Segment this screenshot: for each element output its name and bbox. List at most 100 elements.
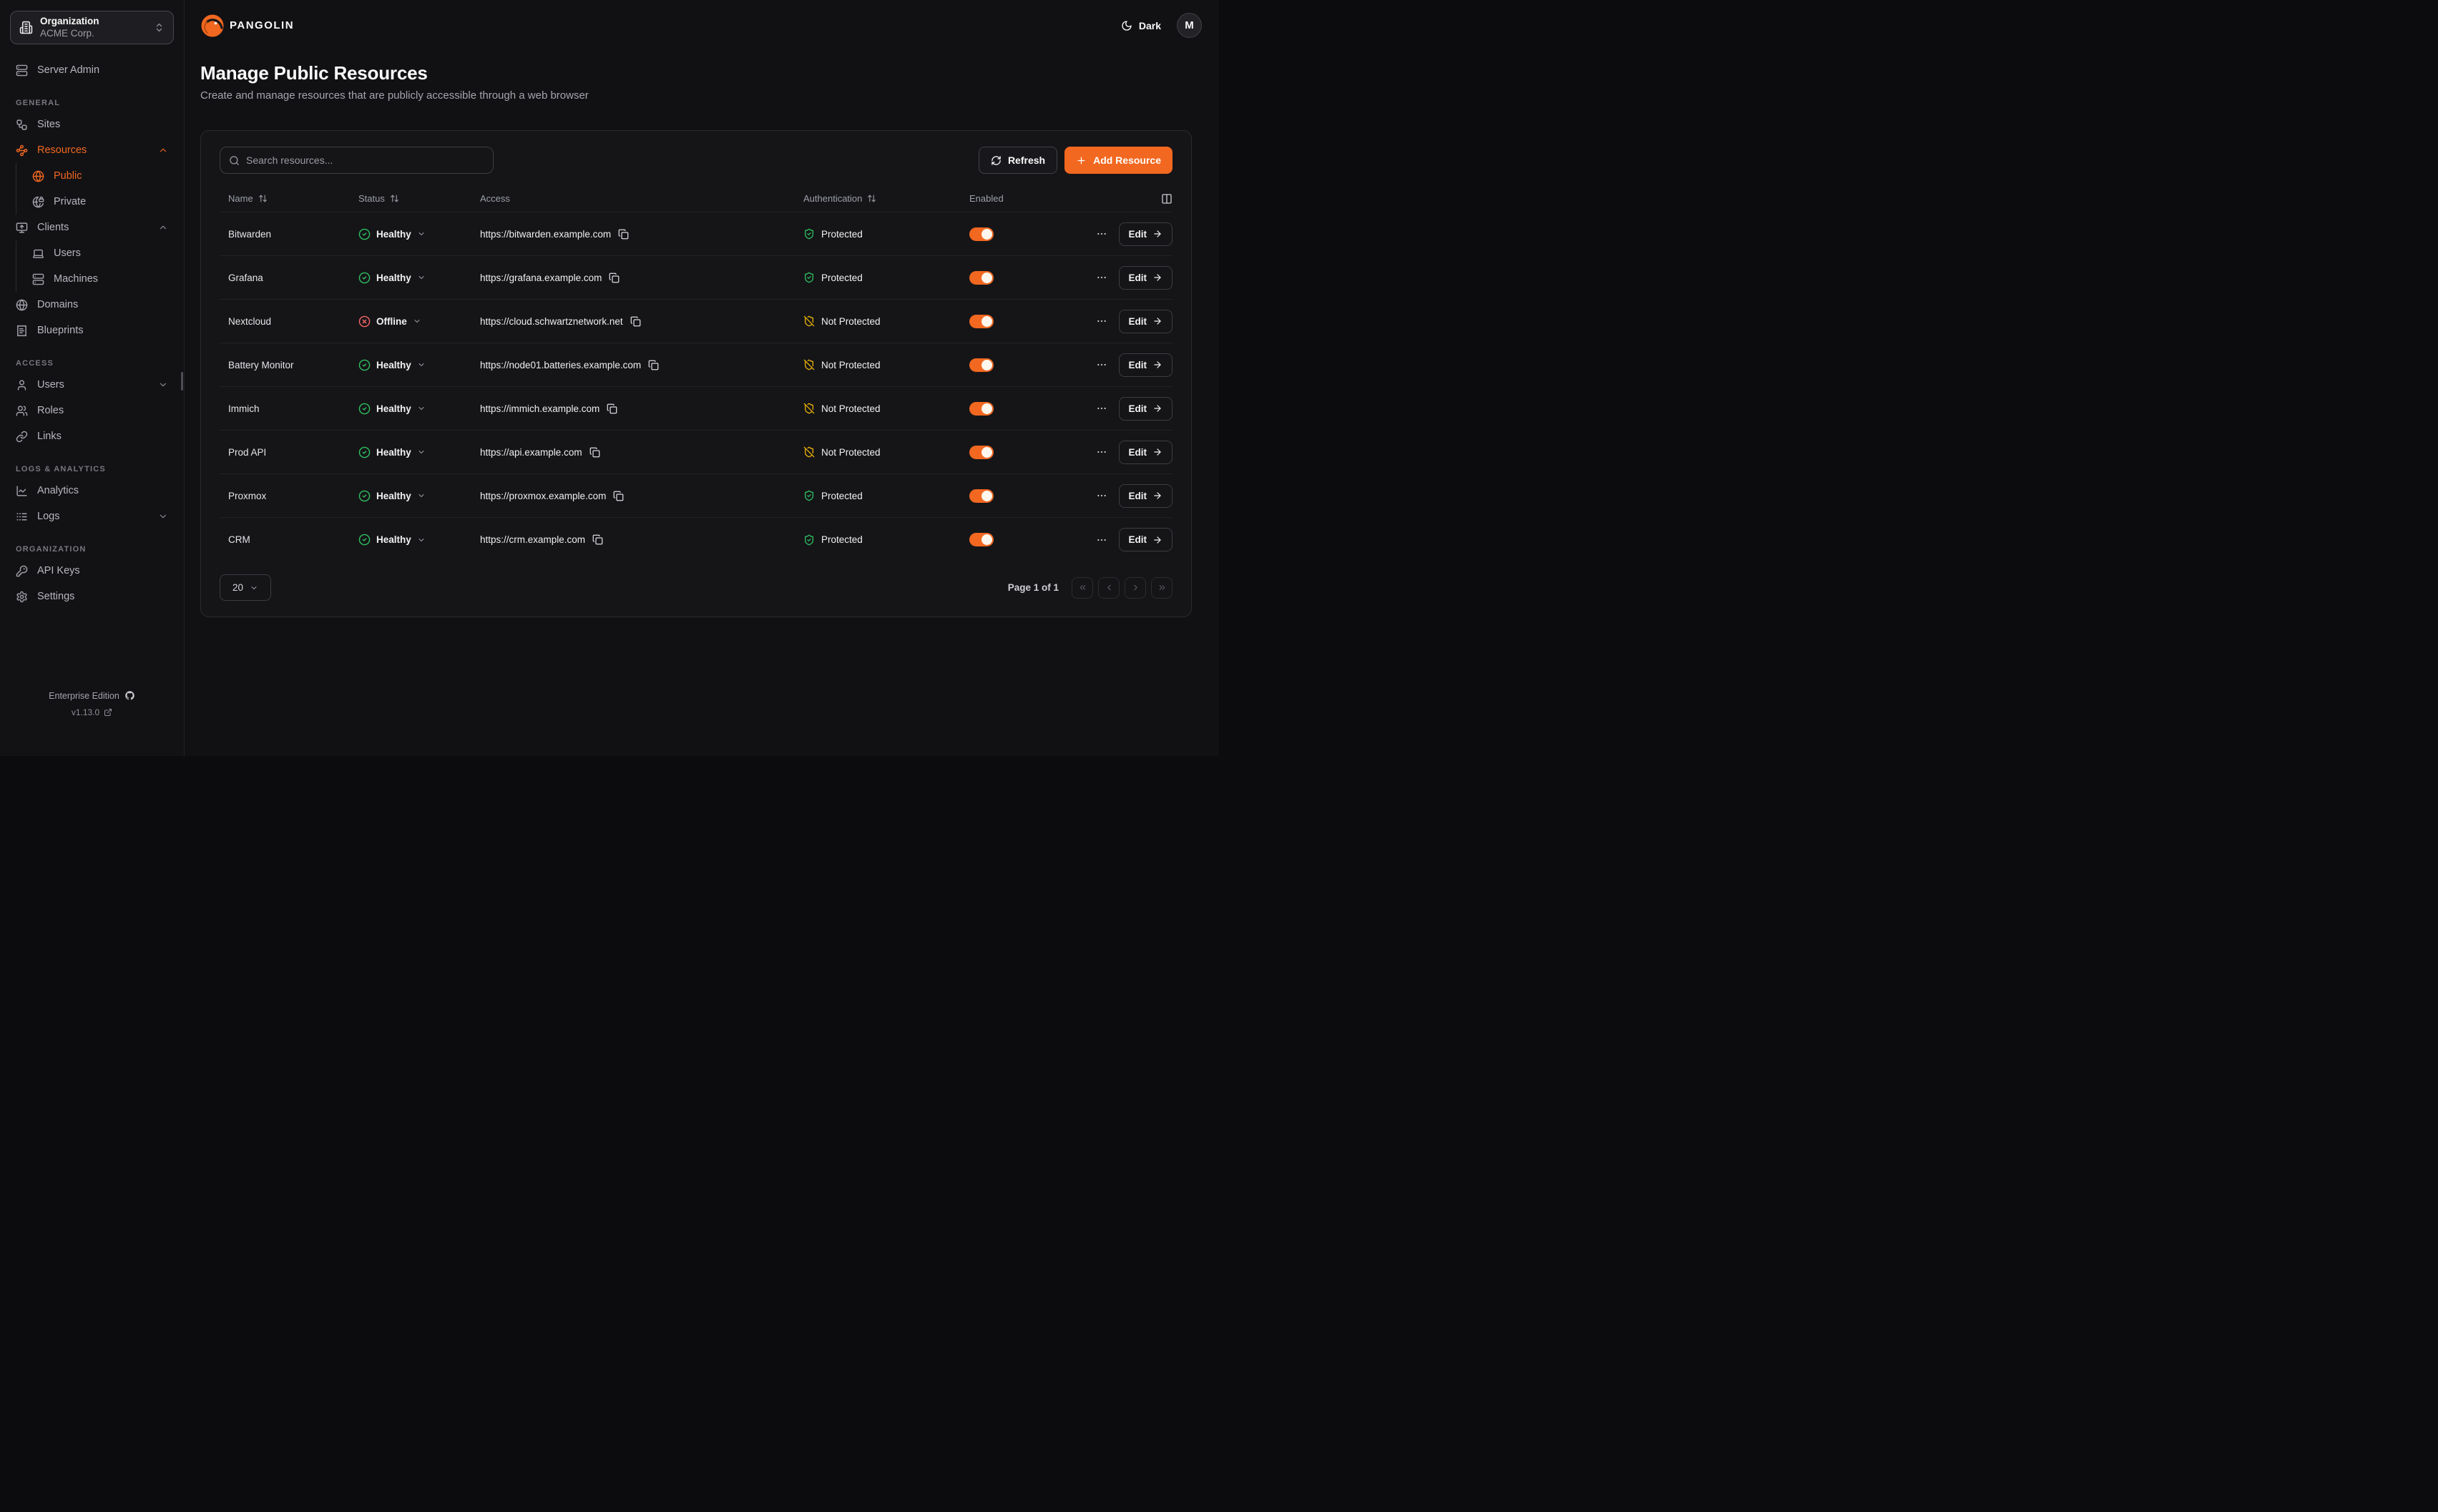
edit-button[interactable]: Edit: [1119, 310, 1173, 333]
enabled-cell: [969, 315, 1087, 328]
theme-toggle[interactable]: Dark: [1121, 20, 1161, 31]
sidebar-item-analytics[interactable]: Analytics: [7, 478, 177, 504]
copy-icon[interactable]: [630, 316, 641, 327]
status-dropdown[interactable]: Healthy: [358, 228, 480, 240]
copy-icon[interactable]: [592, 534, 603, 545]
access-cell: https://node01.batteries.example.com: [480, 360, 803, 370]
sidebar-item-blueprints[interactable]: Blueprints: [7, 318, 177, 343]
enabled-toggle[interactable]: [969, 358, 994, 372]
page-size-select[interactable]: 20: [220, 574, 271, 601]
globe-icon: [16, 299, 28, 311]
section-label-logs-analytics: LOGS & ANALYTICS: [7, 465, 177, 473]
status-label: Offline: [376, 316, 407, 327]
enabled-toggle[interactable]: [969, 227, 994, 241]
column-header-name[interactable]: Name: [220, 193, 358, 204]
search-icon: [229, 155, 240, 166]
add-resource-button[interactable]: Add Resource: [1064, 147, 1173, 174]
sidebar-item-logs[interactable]: Logs: [7, 504, 177, 529]
row-menu-icon[interactable]: [1096, 359, 1107, 370]
status-dropdown[interactable]: Healthy: [358, 446, 480, 458]
key-icon: [16, 565, 28, 577]
org-switcher-label: Organization: [40, 16, 147, 28]
sidebar-item-label: Clients: [37, 222, 149, 233]
brand-name: PANGOLIN: [230, 19, 294, 31]
row-menu-icon[interactable]: [1096, 228, 1107, 240]
edit-button[interactable]: Edit: [1119, 484, 1173, 508]
first-page-button[interactable]: [1072, 577, 1093, 599]
status-dropdown[interactable]: Healthy: [358, 490, 480, 502]
last-page-button[interactable]: [1151, 577, 1173, 599]
enabled-cell: [969, 402, 1087, 416]
status-dropdown[interactable]: Healthy: [358, 359, 480, 371]
sidebar-item-public[interactable]: Public: [24, 163, 177, 189]
edit-button[interactable]: Edit: [1119, 528, 1173, 551]
status-dropdown[interactable]: Healthy: [358, 534, 480, 546]
resource-name: CRM: [220, 534, 358, 545]
toggle-knob: [981, 316, 992, 327]
sidebar-item-private[interactable]: Private: [24, 189, 177, 215]
row-menu-icon[interactable]: [1096, 403, 1107, 414]
avatar[interactable]: M: [1177, 13, 1202, 38]
enabled-toggle[interactable]: [969, 315, 994, 328]
sidebar-footer: Enterprise Edition v1.13.0: [0, 690, 184, 717]
page-size-value: 20: [232, 582, 243, 593]
edit-button[interactable]: Edit: [1119, 222, 1173, 246]
enabled-toggle[interactable]: [969, 533, 994, 546]
sidebar-item-machines[interactable]: Machines: [24, 266, 177, 292]
sidebar-item-links[interactable]: Links: [7, 423, 177, 449]
brand[interactable]: PANGOLIN: [200, 14, 294, 38]
sidebar-item-sites[interactable]: Sites: [7, 112, 177, 137]
refresh-button[interactable]: Refresh: [979, 147, 1057, 174]
sidebar-item-client-users[interactable]: Users: [24, 240, 177, 266]
table-body: Bitwarden Healthy https://bitwarden.exam…: [220, 212, 1173, 561]
enabled-toggle[interactable]: [969, 489, 994, 503]
next-page-button[interactable]: [1125, 577, 1146, 599]
sidebar-item-clients[interactable]: Clients: [7, 215, 177, 240]
status-dropdown[interactable]: Healthy: [358, 272, 480, 284]
org-switcher[interactable]: Organization ACME Corp.: [10, 11, 174, 44]
search-input[interactable]: [246, 154, 484, 166]
sidebar-item-domains[interactable]: Domains: [7, 292, 177, 318]
row-menu-icon[interactable]: [1096, 272, 1107, 283]
edit-button[interactable]: Edit: [1119, 441, 1173, 464]
resource-url: https://bitwarden.example.com: [480, 229, 611, 240]
table-row: Immich Healthy https://immich.example.co…: [220, 387, 1173, 431]
status-dropdown[interactable]: Healthy: [358, 403, 480, 415]
access-cell: https://cloud.schwartznetwork.net: [480, 316, 803, 327]
sidebar-item-resources[interactable]: Resources: [7, 137, 177, 163]
copy-icon[interactable]: [618, 229, 629, 240]
sidebar-item-server-admin[interactable]: Server Admin: [7, 57, 177, 83]
sidebar-scrollbar[interactable]: [181, 372, 183, 391]
row-menu-icon[interactable]: [1096, 534, 1107, 546]
sidebar-item-api-keys[interactable]: API Keys: [7, 558, 177, 584]
column-settings-icon[interactable]: [1161, 193, 1173, 205]
row-menu-icon[interactable]: [1096, 446, 1107, 458]
copy-icon[interactable]: [648, 360, 659, 370]
authentication-cell: Protected: [803, 490, 969, 501]
column-header-authentication[interactable]: Authentication: [803, 193, 969, 204]
row-menu-icon[interactable]: [1096, 490, 1107, 501]
edit-button[interactable]: Edit: [1119, 266, 1173, 290]
previous-page-button[interactable]: [1098, 577, 1120, 599]
enabled-toggle[interactable]: [969, 446, 994, 459]
sidebar-item-settings[interactable]: Settings: [7, 584, 177, 609]
resource-name: Immich: [220, 403, 358, 414]
resource-name: Grafana: [220, 273, 358, 283]
enabled-toggle[interactable]: [969, 402, 994, 416]
version-link[interactable]: v1.13.0: [0, 707, 184, 717]
edit-button[interactable]: Edit: [1119, 353, 1173, 377]
toggle-knob: [981, 447, 992, 458]
circle-check-icon: [358, 534, 371, 546]
edit-button[interactable]: Edit: [1119, 397, 1173, 421]
edition-link[interactable]: Enterprise Edition: [0, 690, 184, 701]
status-dropdown[interactable]: Offline: [358, 315, 480, 328]
sidebar-item-roles[interactable]: Roles: [7, 398, 177, 423]
sidebar-item-users[interactable]: Users: [7, 372, 177, 398]
row-menu-icon[interactable]: [1096, 315, 1107, 327]
enabled-toggle[interactable]: [969, 271, 994, 285]
copy-icon[interactable]: [589, 447, 600, 458]
copy-icon[interactable]: [613, 491, 624, 501]
copy-icon[interactable]: [607, 403, 617, 414]
column-header-status[interactable]: Status: [358, 193, 480, 204]
copy-icon[interactable]: [609, 273, 620, 283]
